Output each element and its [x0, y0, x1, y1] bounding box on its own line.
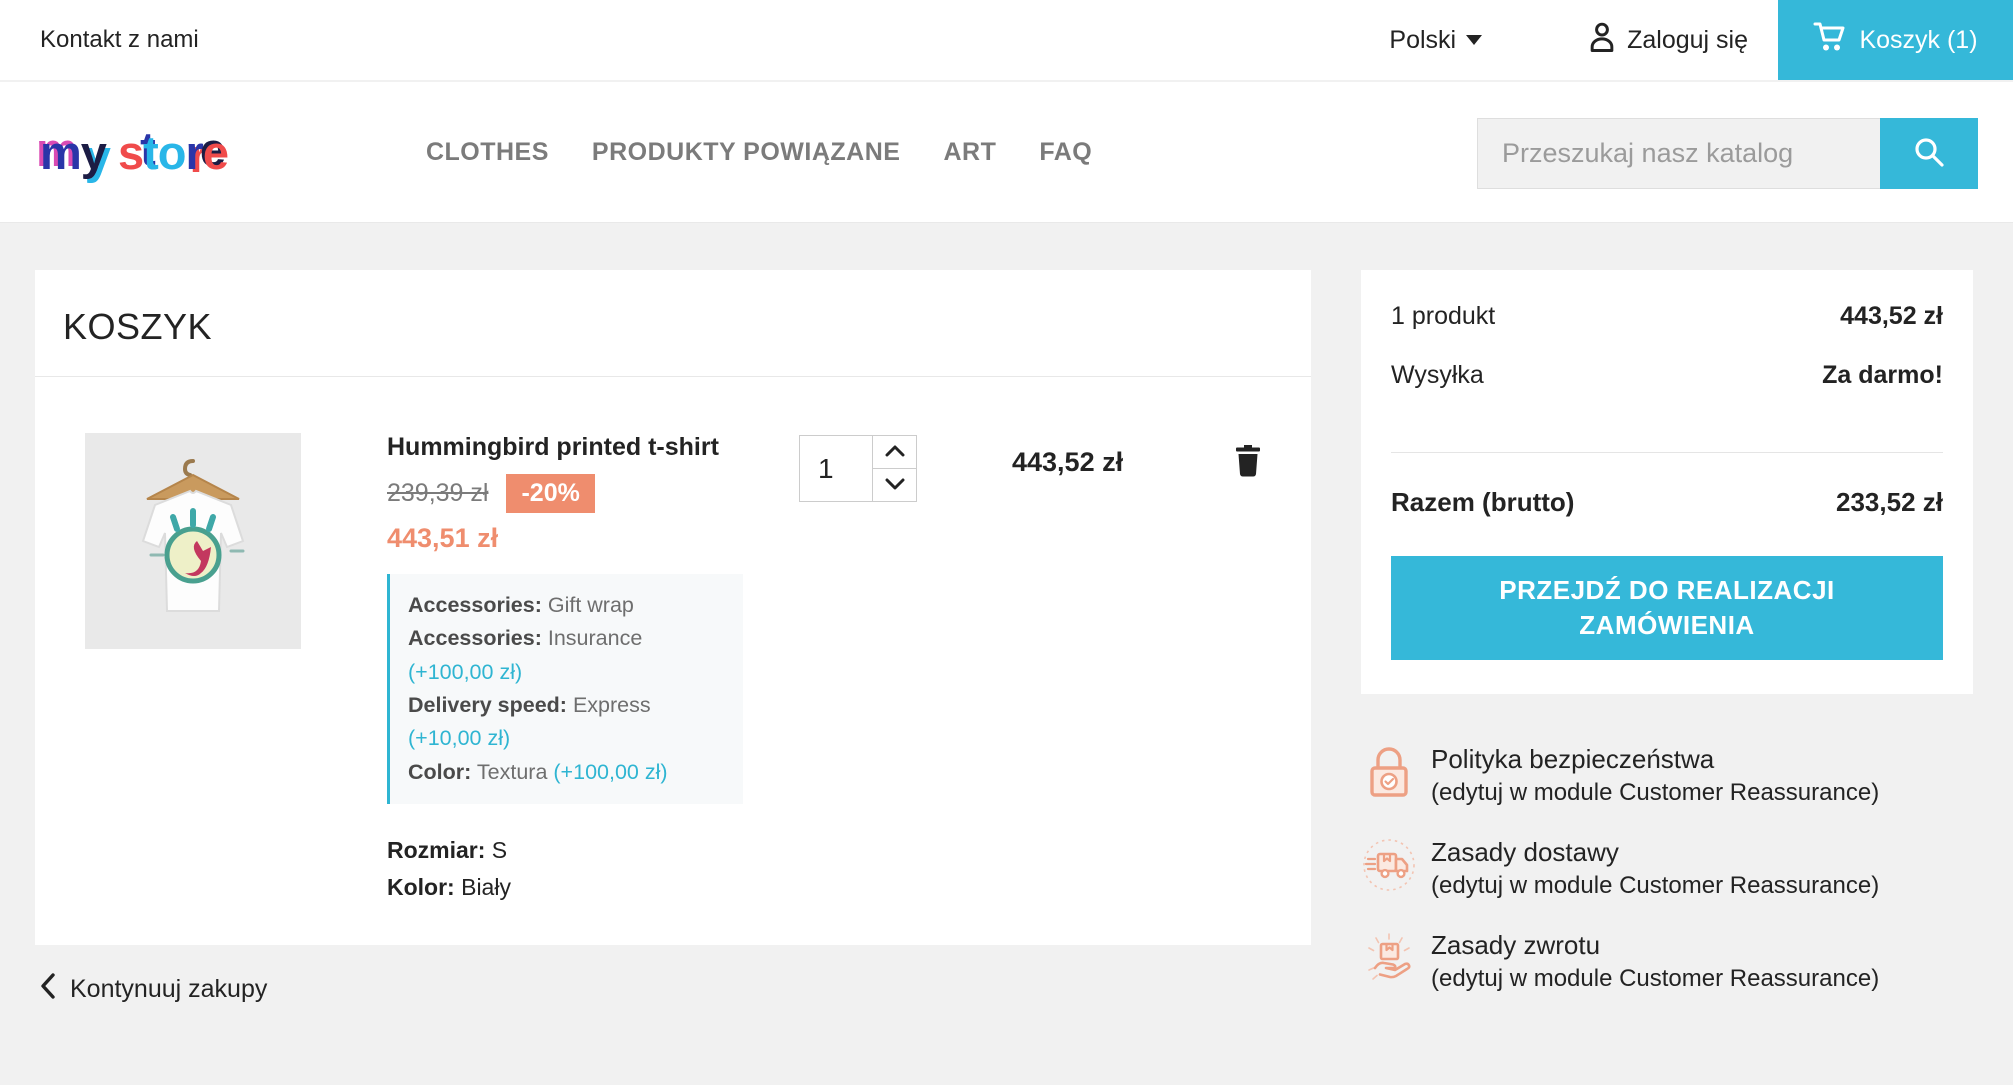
chevron-left-icon: [40, 973, 56, 1006]
summary-total-row: Razem (brutto) 233,52 zł: [1391, 487, 1943, 518]
login-label: Zaloguj się: [1627, 26, 1748, 55]
product-name[interactable]: Hummingbird printed t-shirt: [387, 433, 747, 462]
reassurance-texts: Polityka bezpieczeństwa (edytuj w module…: [1431, 744, 1879, 807]
reassurance-subtitle: (edytuj w module Customer Reassurance): [1431, 965, 1879, 993]
cart-button-label: Koszyk (1): [1859, 26, 1977, 55]
unit-price: 443,51 zł: [387, 523, 747, 554]
reassurance-texts: Zasady zwrotu (edytuj w module Customer …: [1431, 930, 1879, 993]
reassurance-subtitle: (edytuj w module Customer Reassurance): [1431, 779, 1879, 807]
product-info: Hummingbird printed t-shirt 239,39 zł -2…: [387, 433, 747, 905]
chevron-down-icon: [1466, 35, 1482, 45]
product-image[interactable]: [85, 433, 301, 649]
nav-produkty-powiazane[interactable]: PRODUKTY POWIĄZANE: [592, 138, 901, 167]
language-label: Polski: [1389, 26, 1456, 55]
person-icon: [1587, 21, 1617, 60]
attribute-line-color: Kolor: Biały: [387, 869, 747, 906]
line-total-price: 443,52 zł: [1012, 447, 1142, 478]
reassurance-title: Zasady zwrotu: [1431, 930, 1879, 961]
contact-link[interactable]: Kontakt z nami: [40, 26, 199, 54]
quantity-arrows: [872, 436, 916, 501]
option-line: Accessories: Insurance (+100,00 zł): [408, 622, 725, 689]
remove-item-button[interactable]: [1234, 443, 1262, 480]
summary-products-value: 443,52 zł: [1840, 302, 1943, 331]
continue-shopping-label: Kontynuuj zakupy: [70, 975, 267, 1004]
nav-art[interactable]: ART: [943, 138, 996, 167]
summary-products-label: 1 produkt: [1391, 302, 1495, 331]
reassurance-title: Polityka bezpieczeństwa: [1431, 744, 1879, 775]
discount-badge: -20%: [506, 474, 594, 513]
continue-shopping-link[interactable]: Kontynuuj zakupy: [40, 973, 1311, 1006]
summary-products-row: 1 produkt 443,52 zł: [1391, 302, 1943, 331]
nav-faq[interactable]: FAQ: [1039, 138, 1092, 167]
page-title: KOSZYK: [63, 306, 1283, 348]
cart-summary-card: 1 produkt 443,52 zł Wysyłka Za darmo! Ra…: [1361, 270, 1973, 694]
chevron-up-icon: [885, 445, 905, 460]
quantity-input[interactable]: [800, 436, 872, 501]
cart-card: KOSZYK: [35, 270, 1311, 945]
lock-icon: [1361, 744, 1417, 800]
main-content: KOSZYK: [0, 223, 2013, 1023]
product-attributes: Rozmiar: S Kolor: Biały: [387, 832, 747, 906]
search-bar: [1477, 118, 1978, 189]
summary-shipping-row: Wysyłka Za darmo!: [1391, 361, 1943, 390]
reassurance-item-security: Polityka bezpieczeństwa (edytuj w module…: [1361, 744, 1973, 807]
price-line: 239,39 zł -20%: [387, 474, 747, 513]
top-bar: Kontakt z nami Polski Zaloguj się Koszyk…: [0, 0, 2013, 82]
cart-item-row: Hummingbird printed t-shirt 239,39 zł -2…: [63, 433, 1283, 905]
regular-price: 239,39 zł: [387, 479, 488, 508]
reassurance-block: Polityka bezpieczeństwa (edytuj w module…: [1361, 744, 1973, 993]
topbar-right: Polski Zaloguj się Koszyk (1): [1389, 0, 2013, 80]
search-icon: [1912, 135, 1946, 172]
login-button[interactable]: Zaloguj się: [1587, 21, 1748, 60]
attribute-line-size: Rozmiar: S: [387, 832, 747, 869]
summary-total-label: Razem (brutto): [1391, 487, 1574, 518]
cart-button[interactable]: Koszyk (1): [1778, 0, 2013, 80]
reassurance-item-returns: Zasady zwrotu (edytuj w module Customer …: [1361, 930, 1973, 993]
checkout-button[interactable]: PRZEJDŹ DO REALIZACJI ZAMÓWIENIA: [1391, 556, 1943, 660]
summary-shipping-value: Za darmo!: [1822, 361, 1943, 390]
search-input[interactable]: [1477, 118, 1880, 189]
summary-shipping-label: Wysyłka: [1391, 361, 1484, 390]
cart-card-body: Hummingbird printed t-shirt 239,39 zł -2…: [35, 377, 1311, 945]
cart-column: KOSZYK: [35, 270, 1311, 1023]
trash-icon: [1234, 465, 1262, 480]
search-button[interactable]: [1880, 118, 1978, 189]
quantity-increase-button[interactable]: [873, 436, 916, 469]
main-header: my store CLOTHES PRODUKTY POWIĄZANE ART …: [0, 82, 2013, 223]
delivery-truck-icon: [1361, 837, 1417, 893]
quantity-decrease-button[interactable]: [873, 469, 916, 501]
summary-total-value: 233,52 zł: [1836, 487, 1943, 518]
shopping-cart-icon: [1813, 21, 1847, 60]
chevron-down-icon: [885, 478, 905, 493]
product-options-box: Accessories: Gift wrap Accessories: Insu…: [387, 574, 743, 804]
cart-page: Kontakt z nami Polski Zaloguj się Koszyk…: [0, 0, 2013, 1085]
summary-column: 1 produkt 443,52 zł Wysyłka Za darmo! Ra…: [1361, 270, 1973, 1023]
summary-divider: [1391, 452, 1943, 453]
reassurance-subtitle: (edytuj w module Customer Reassurance): [1431, 872, 1879, 900]
reassurance-texts: Zasady dostawy (edytuj w module Customer…: [1431, 837, 1879, 900]
language-selector[interactable]: Polski: [1389, 26, 1482, 55]
quantity-stepper: [799, 435, 917, 502]
option-line: Accessories: Gift wrap: [408, 589, 725, 622]
main-nav: CLOTHES PRODUKTY POWIĄZANE ART FAQ: [426, 138, 1092, 167]
reassurance-item-delivery: Zasady dostawy (edytuj w module Customer…: [1361, 837, 1973, 900]
return-hand-icon: [1361, 930, 1417, 986]
reassurance-title: Zasady dostawy: [1431, 837, 1879, 868]
nav-clothes[interactable]: CLOTHES: [426, 138, 549, 167]
store-logo[interactable]: my store: [40, 125, 228, 180]
option-line: Delivery speed: Express (+10,00 zł): [408, 689, 725, 756]
option-line: Color: Textura (+100,00 zł): [408, 756, 725, 789]
cart-card-header: KOSZYK: [35, 270, 1311, 377]
